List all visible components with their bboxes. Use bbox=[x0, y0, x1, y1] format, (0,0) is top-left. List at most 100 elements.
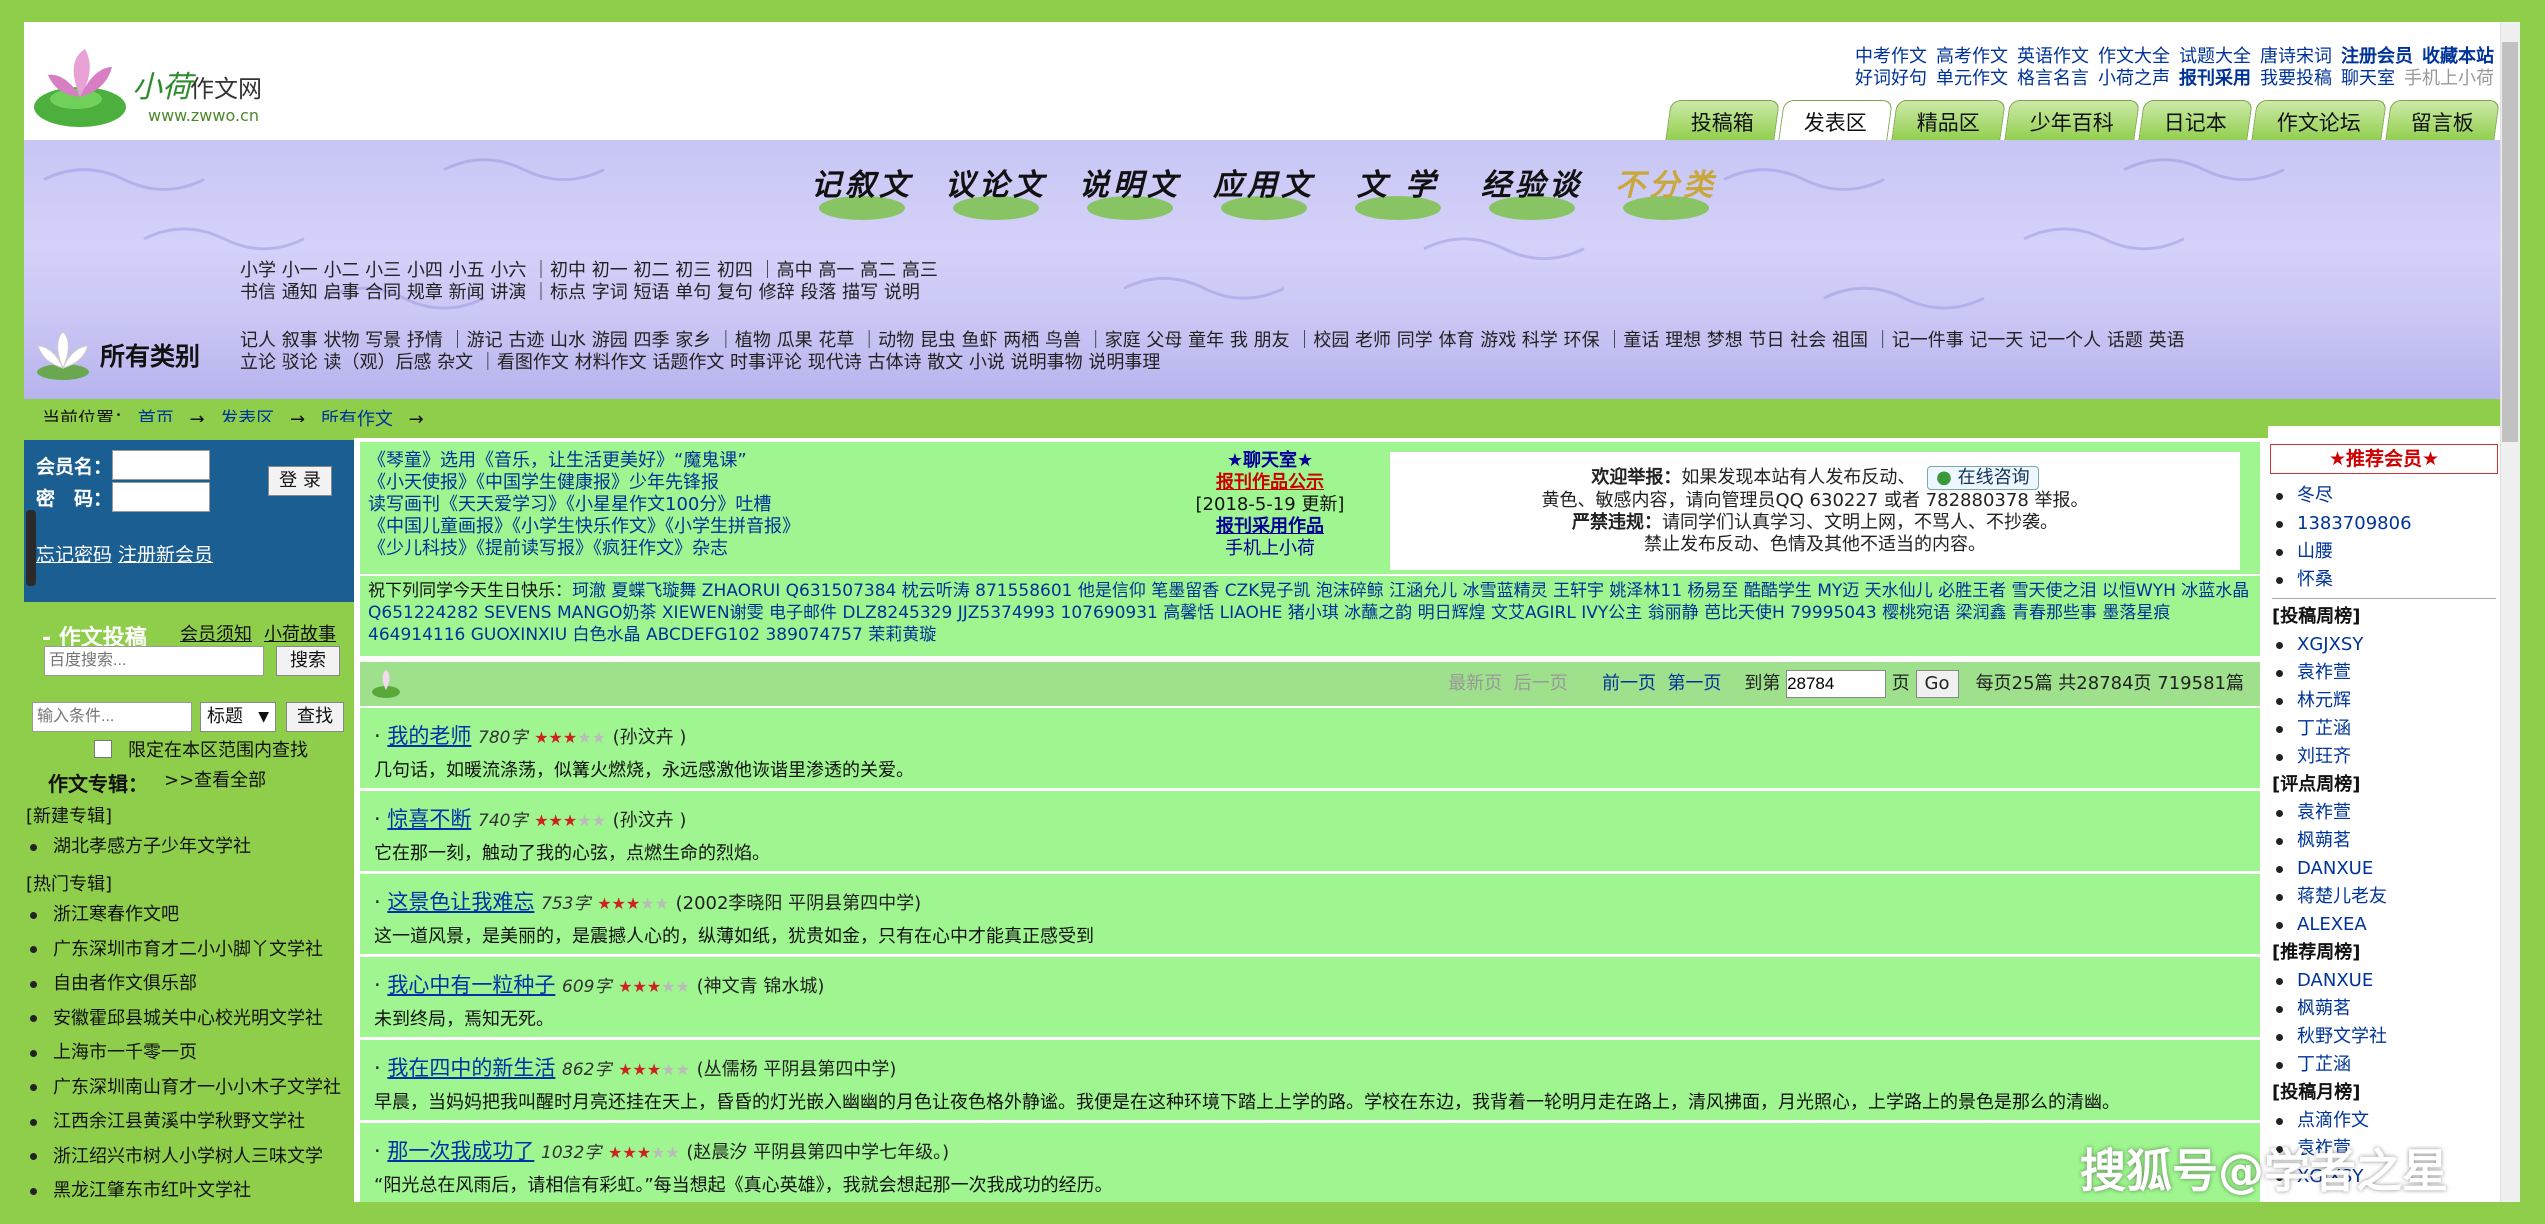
list-item[interactable]: 广东深圳南山育才一小小木子文学社 bbox=[24, 1071, 354, 1106]
page-number-input[interactable] bbox=[1786, 670, 1887, 698]
grade-links-row-1[interactable]: 小学 小一 小二 小三 小四 小五 小六 ｜初中 初一 初二 初三 初四 ｜高中… bbox=[240, 260, 938, 282]
pager-next[interactable]: 前一页 bbox=[1602, 673, 1656, 694]
list-item[interactable]: 江西余江县黄溪中学秋野文学社 bbox=[24, 1105, 354, 1140]
top-link[interactable]: 好词好句 bbox=[1855, 68, 1927, 89]
member-item[interactable]: 山腰 bbox=[2268, 538, 2500, 566]
forgot-password-link[interactable]: 忘记密码 bbox=[36, 540, 112, 567]
promo-line[interactable]: 《琴童》选用《音乐，让生活更美好》“魔鬼课” bbox=[368, 450, 800, 472]
top-link[interactable]: 聊天室 bbox=[2341, 68, 2395, 89]
genre-link[interactable]: 文 学 bbox=[1335, 160, 1461, 230]
top-link[interactable]: 中考作文 bbox=[1855, 46, 1927, 67]
genre-link[interactable]: 记叙文 bbox=[799, 160, 925, 230]
top-link[interactable]: 高考作文 bbox=[1936, 46, 2008, 67]
tab-6[interactable]: 留言板 bbox=[2385, 100, 2500, 142]
adopted-works-link[interactable]: 报刊采用作品 bbox=[1160, 516, 1380, 538]
top-link[interactable]: 收藏本站 bbox=[2422, 46, 2494, 67]
promo-line[interactable]: 《小天使报》《中国学生健康报》少年先锋报 bbox=[368, 472, 800, 494]
limit-checkbox[interactable] bbox=[94, 740, 112, 758]
tab-4[interactable]: 日记本 bbox=[2138, 100, 2253, 142]
list-item[interactable]: 安徽霍邱县城关中心校光明文学社 bbox=[24, 1002, 354, 1037]
genre-link[interactable]: 经验谈 bbox=[1469, 160, 1595, 230]
mobile-link[interactable]: 手机上小荷 bbox=[1160, 538, 1380, 560]
genre-link[interactable]: 不分类 bbox=[1603, 160, 1729, 230]
top-link[interactable]: 注册会员 bbox=[2341, 46, 2413, 67]
publication-notice-link[interactable]: 报刊作品公示 bbox=[1160, 472, 1380, 494]
tab-1[interactable]: 发表区 bbox=[1778, 100, 1893, 142]
register-link[interactable]: 注册新会员 bbox=[118, 540, 213, 567]
scrollbar-thumb[interactable] bbox=[2502, 42, 2518, 442]
member-item[interactable]: 1383709806 bbox=[2268, 510, 2500, 538]
article-title-link[interactable]: 我心中有一粒种子 bbox=[387, 973, 555, 997]
article-title-link[interactable]: 我在四中的新生活 bbox=[387, 1056, 555, 1080]
search-button[interactable]: 搜索 bbox=[276, 646, 340, 676]
genre-link[interactable]: 应用文 bbox=[1201, 160, 1327, 230]
member-notice-link[interactable]: 会员须知 bbox=[180, 624, 252, 646]
username-input[interactable] bbox=[112, 450, 210, 480]
go-button[interactable]: Go bbox=[1915, 670, 1959, 698]
top-link[interactable]: 小荷之声 bbox=[2098, 68, 2170, 89]
pager-first[interactable]: 第一页 bbox=[1667, 673, 1721, 694]
find-button[interactable]: 查找 bbox=[286, 702, 344, 732]
tab-0[interactable]: 投稿箱 bbox=[1665, 100, 1780, 142]
view-all-link[interactable]: >>查看全部 bbox=[164, 770, 266, 792]
member-item[interactable]: 秋野文学社 bbox=[2268, 1023, 2500, 1051]
promo-line[interactable]: 读写画刊《天天爱学习》《小星星作文100分》吐槽 bbox=[368, 494, 800, 516]
member-item[interactable]: 枫蒴茗 bbox=[2268, 827, 2500, 855]
promo-line[interactable]: 《少儿科技》《提前读写报》《疯狂作文》杂志 bbox=[368, 538, 800, 560]
list-item[interactable]: 广东深圳市育才二小小脚丫文学社 bbox=[24, 933, 354, 968]
member-item[interactable]: 刘玨齐 bbox=[2268, 743, 2500, 771]
member-item[interactable]: 丁芷涵 bbox=[2268, 715, 2500, 743]
member-item[interactable]: 蒋楚儿老友 bbox=[2268, 883, 2500, 911]
member-item[interactable]: 冬尽 bbox=[2268, 482, 2500, 510]
login-button[interactable]: 登 录 bbox=[268, 466, 332, 496]
top-link[interactable]: 作文大全 bbox=[2098, 46, 2170, 67]
category-links-row-1[interactable]: 记人 叙事 状物 写景 抒情 ｜游记 古迹 山水 游园 四季 家乡 ｜植物 瓜果… bbox=[240, 330, 2185, 352]
title-select[interactable]: 标题 ▼ bbox=[200, 702, 276, 732]
top-link[interactable]: 我要投稿 bbox=[2260, 68, 2332, 89]
article-title-link[interactable]: 这景色让我难忘 bbox=[387, 890, 534, 914]
list-item[interactable]: 浙江绍兴市树人小学树人三味文学 bbox=[24, 1140, 354, 1175]
member-item[interactable]: DANXUE bbox=[2268, 967, 2500, 995]
list-item[interactable]: 湖北孝感方子少年文学社 bbox=[24, 830, 354, 865]
member-item[interactable]: 怀桑 bbox=[2268, 566, 2500, 594]
list-item[interactable]: 上海市一千零一页 bbox=[24, 1036, 354, 1071]
promo-line[interactable]: 《中国儿童画报》《小学生快乐作文》《小学生拼音报》 bbox=[368, 516, 800, 538]
category-links-row-2[interactable]: 立论 驳论 读（观）后感 杂文 ｜看图作文 材料作文 话题作文 时事评论 现代诗… bbox=[240, 352, 1160, 374]
list-item[interactable]: 黑龙江肇东市红叶文学社 bbox=[24, 1174, 354, 1202]
member-item[interactable]: 丁芷涵 bbox=[2268, 1051, 2500, 1079]
member-item[interactable]: 点滴作文 bbox=[2268, 1107, 2500, 1135]
online-consult-button[interactable]: ● 在线咨询 bbox=[1927, 466, 2039, 490]
top-link[interactable]: 手机上小荷 bbox=[2404, 68, 2494, 89]
grade-links-row-2[interactable]: 书信 通知 启事 合同 规章 新闻 讲演 ｜标点 字词 短语 单句 复句 修辞 … bbox=[240, 282, 920, 304]
member-item[interactable]: ALEXEA bbox=[2268, 911, 2500, 939]
top-link[interactable]: 英语作文 bbox=[2017, 46, 2089, 67]
story-link[interactable]: 小荷故事 bbox=[264, 624, 336, 646]
baidu-search-input[interactable] bbox=[44, 646, 264, 676]
chat-room-link[interactable]: ★聊天室★ bbox=[1160, 450, 1380, 472]
top-link[interactable]: 格言名言 bbox=[2017, 68, 2089, 89]
birthday-names[interactable]: 珂澈 夏蝶飞璇舞 ZHAORUI Q631507384 枕云听涛 8715586… bbox=[368, 581, 2249, 645]
list-item[interactable]: 浙江寒春作文吧 bbox=[24, 898, 354, 933]
article-title-link[interactable]: 那一次我成功了 bbox=[387, 1139, 534, 1163]
tab-5[interactable]: 作文论坛 bbox=[2251, 100, 2387, 142]
top-link[interactable]: 试题大全 bbox=[2179, 46, 2251, 67]
password-input[interactable] bbox=[112, 482, 210, 512]
member-item[interactable]: 袁祚萱 bbox=[2268, 659, 2500, 687]
genre-link[interactable]: 说明文 bbox=[1067, 160, 1193, 230]
member-item[interactable]: 袁祚萱 bbox=[2268, 799, 2500, 827]
top-link[interactable]: 唐诗宋词 bbox=[2260, 46, 2332, 67]
member-item[interactable]: 枫蒴茗 bbox=[2268, 995, 2500, 1023]
pager-latest[interactable]: 最新页 bbox=[1448, 673, 1502, 694]
member-item[interactable]: DANXUE bbox=[2268, 855, 2500, 883]
top-link[interactable]: 报刊采用 bbox=[2179, 68, 2251, 89]
top-link[interactable]: 单元作文 bbox=[1936, 68, 2008, 89]
article-title-link[interactable]: 我的老师 bbox=[387, 724, 471, 748]
member-item[interactable]: 林元辉 bbox=[2268, 687, 2500, 715]
site-logo[interactable]: 小荷 作文网 www.zwwo.cn bbox=[30, 37, 330, 147]
member-item[interactable]: XGJXSY bbox=[2268, 631, 2500, 659]
list-item[interactable]: 自由者作文俱乐部 bbox=[24, 967, 354, 1002]
tab-2[interactable]: 精品区 bbox=[1891, 100, 2006, 142]
pager-prev[interactable]: 后一页 bbox=[1514, 673, 1568, 694]
genre-link[interactable]: 议论文 bbox=[933, 160, 1059, 230]
tab-3[interactable]: 少年百科 bbox=[2004, 100, 2140, 142]
